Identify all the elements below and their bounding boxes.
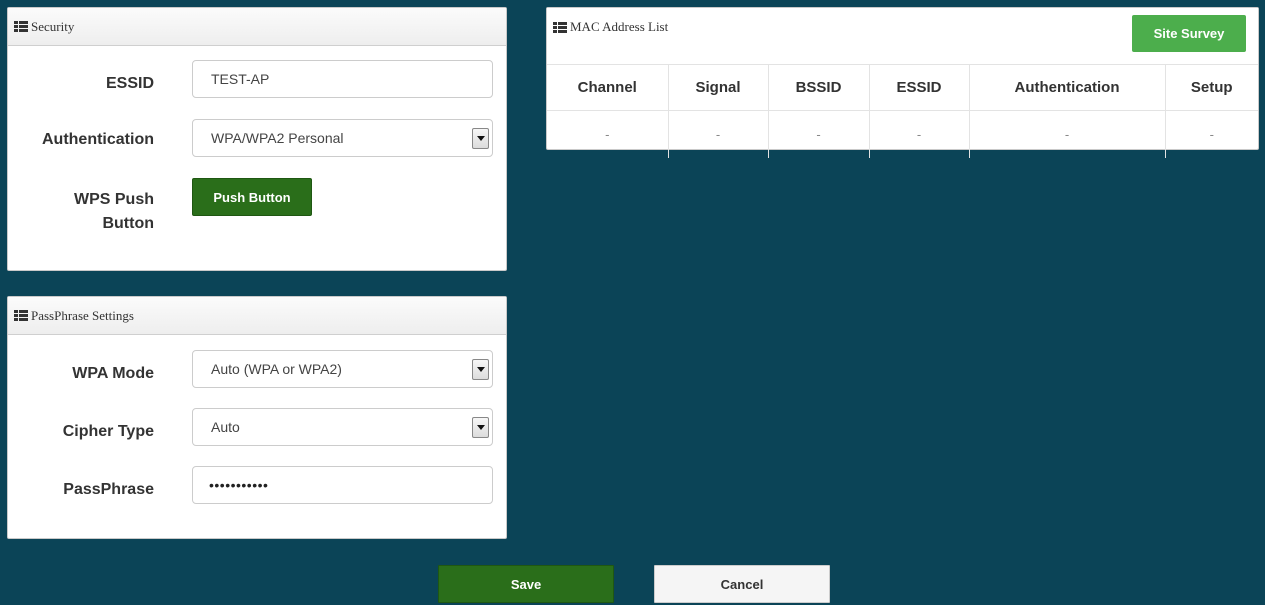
security-panel-title: Security xyxy=(31,18,75,34)
mac-address-list-panel: MAC Address List Site Survey Channel Sig… xyxy=(546,7,1259,158)
passphrase-panel: PassPhrase Settings WPA Mode Auto (WPA o… xyxy=(7,296,507,539)
essid-input[interactable]: TEST-AP xyxy=(192,60,493,98)
cipher-type-select[interactable]: Auto xyxy=(192,408,493,446)
chevron-down-icon[interactable] xyxy=(472,128,489,149)
column-authentication: Authentication xyxy=(969,64,1166,111)
column-setup: Setup xyxy=(1165,64,1258,111)
wps-push-button-label: WPS Push Button xyxy=(74,188,154,236)
th-list-icon xyxy=(553,21,567,33)
cell-essid: - xyxy=(869,110,970,158)
passphrase-value: ••••••••••• xyxy=(209,477,269,493)
mac-list-title: MAC Address List xyxy=(570,19,669,34)
essid-label: ESSID xyxy=(105,75,154,92)
passphrase-input[interactable]: ••••••••••• xyxy=(192,466,493,504)
column-signal: Signal xyxy=(668,64,769,111)
push-button[interactable]: Push Button xyxy=(192,178,312,216)
cell-channel: - xyxy=(547,110,669,158)
passphrase-panel-header: PassPhrase Settings xyxy=(8,297,506,335)
security-panel: Security ESSID TEST-AP Authentication WP… xyxy=(7,7,507,271)
mac-table-header-row: Channel Signal BSSID ESSID Authenticatio… xyxy=(547,64,1258,111)
cipher-type-value: Auto xyxy=(211,419,240,435)
chevron-down-icon[interactable] xyxy=(472,359,489,380)
site-survey-button[interactable]: Site Survey xyxy=(1132,15,1246,52)
cell-bssid: - xyxy=(768,110,870,158)
authentication-label: Authentication xyxy=(42,131,154,148)
security-panel-header: Security xyxy=(8,8,506,46)
th-list-icon xyxy=(14,310,28,321)
mac-table: Channel Signal BSSID ESSID Authenticatio… xyxy=(547,64,1258,158)
wps-label-line2: Button xyxy=(102,215,154,232)
authentication-value: WPA/WPA2 Personal xyxy=(211,130,344,146)
save-button[interactable]: Save xyxy=(438,565,614,603)
cancel-button[interactable]: Cancel xyxy=(654,565,830,603)
wpa-mode-label: WPA Mode xyxy=(72,365,154,382)
wps-label-line1: WPS Push xyxy=(73,191,154,208)
authentication-select[interactable]: WPA/WPA2 Personal xyxy=(192,119,493,157)
chevron-down-icon[interactable] xyxy=(472,417,489,438)
column-bssid: BSSID xyxy=(768,64,870,111)
cell-setup: - xyxy=(1209,126,1214,142)
th-list-icon xyxy=(14,21,28,32)
passphrase-panel-title: PassPhrase Settings xyxy=(31,307,134,323)
passphrase-label: PassPhrase xyxy=(63,481,154,498)
wpa-mode-select[interactable]: Auto (WPA or WPA2) xyxy=(192,350,493,388)
cell-authentication: - xyxy=(969,110,1166,158)
cipher-type-label: Cipher Type xyxy=(62,423,154,440)
essid-value: TEST-AP xyxy=(211,71,270,87)
column-channel: Channel xyxy=(547,64,669,111)
column-essid: ESSID xyxy=(869,64,970,111)
table-row: - - - - - - xyxy=(547,110,1258,158)
cell-signal: - xyxy=(668,110,769,158)
wpa-mode-value: Auto (WPA or WPA2) xyxy=(211,361,342,377)
